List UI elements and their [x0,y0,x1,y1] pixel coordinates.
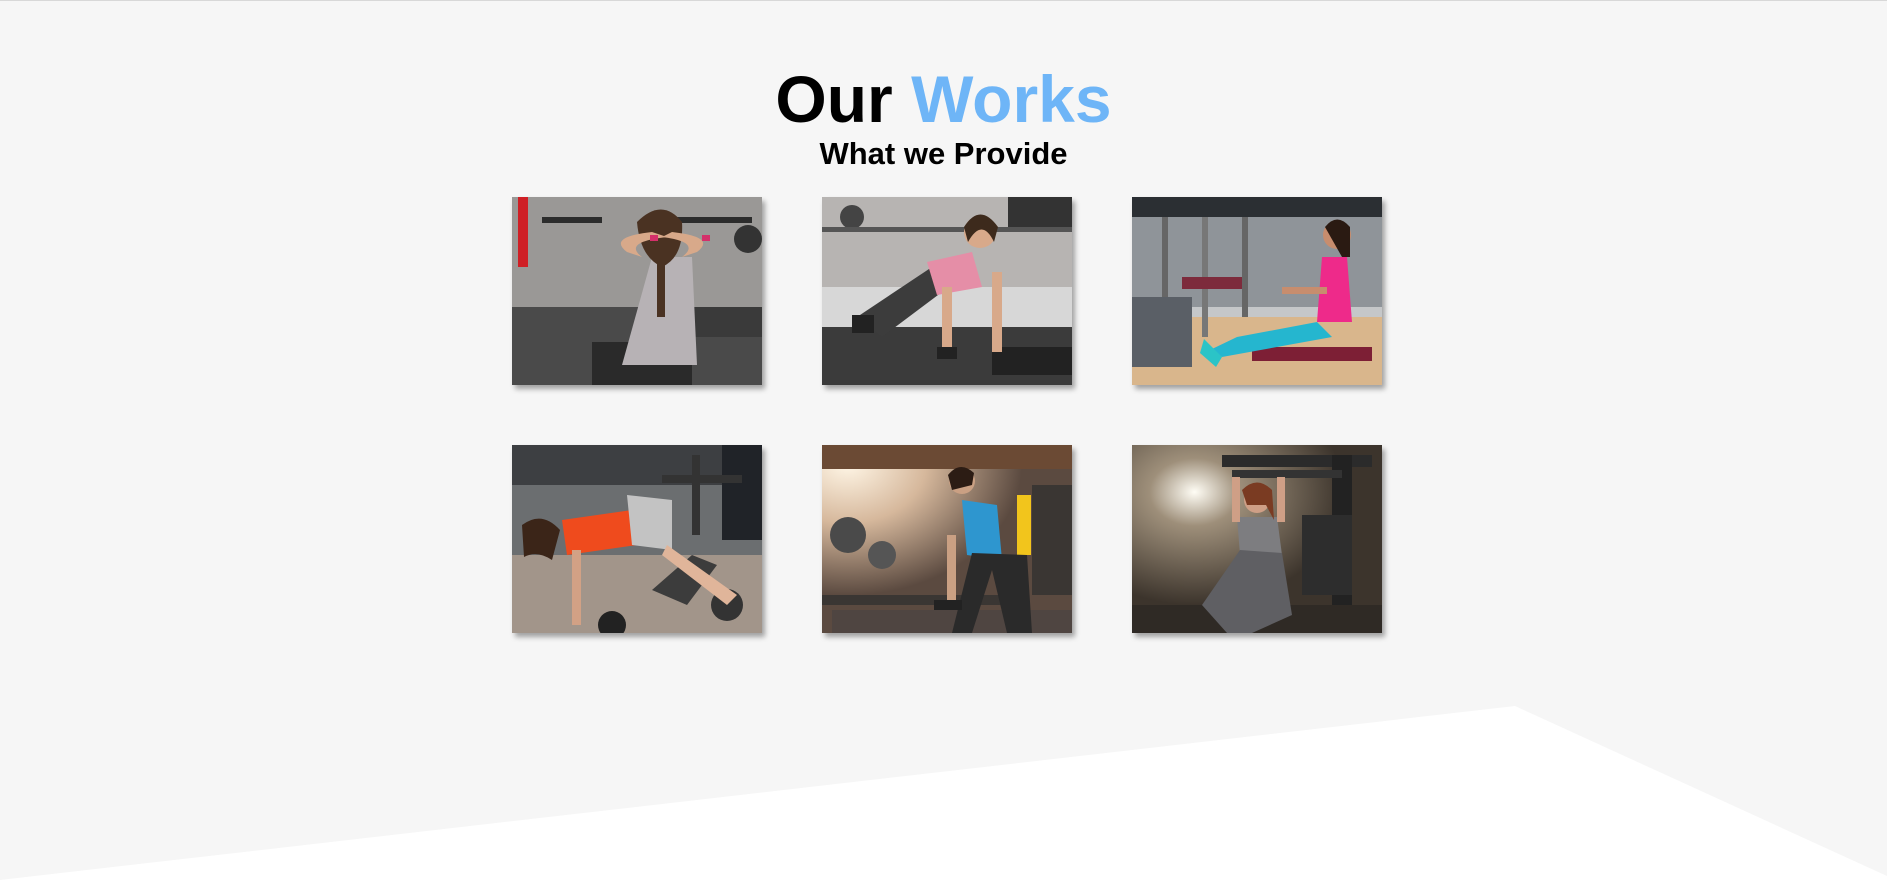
gym-photo-woman-pushup [822,197,1072,385]
top-divider [0,0,1887,1]
section-title: Our Works [0,62,1887,136]
gym-photo-woman-lat-pulldown [1132,445,1382,633]
section-subtitle: What we Provide [819,136,1068,171]
gym-photo-woman-situps-bench [512,197,762,385]
gallery-image-3[interactable] [1132,197,1382,385]
gym-photo-woman-seated-row [1132,197,1382,385]
gallery-image-5[interactable] [822,445,1072,633]
section-title-accent: Works [911,62,1112,136]
gym-photo-woman-dumbbell-row [822,445,1072,633]
gallery-image-2[interactable] [822,197,1072,385]
gym-photo-woman-back-extension [512,445,762,633]
gallery-image-4[interactable] [512,445,762,633]
gallery-image-1[interactable] [512,197,762,385]
works-gallery [512,197,1382,633]
section-title-main: Our [775,62,893,136]
works-page: Our Works What we Provide [0,0,1887,892]
gallery-image-6[interactable] [1132,445,1382,633]
